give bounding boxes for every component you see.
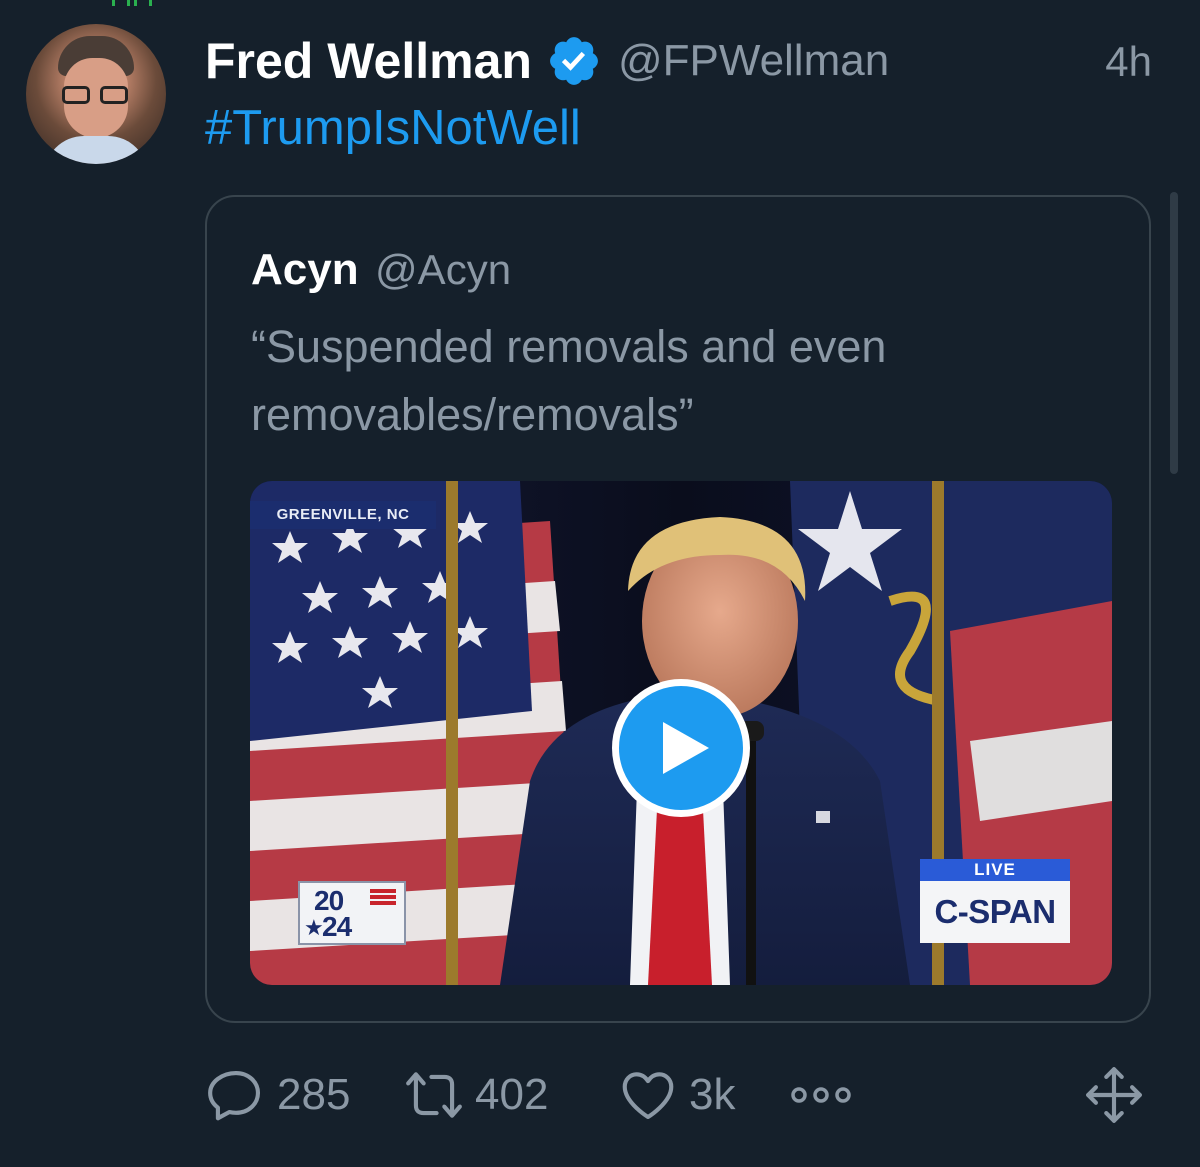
move-icon [1086, 1067, 1142, 1123]
play-icon [663, 722, 709, 774]
tweet-actions: 285 402 3k [205, 1062, 1155, 1128]
quoted-author-name: Acyn [251, 245, 359, 294]
network-label: C-SPAN [920, 881, 1070, 943]
scrollbar[interactable] [1170, 192, 1178, 474]
star-icon: ★ [304, 915, 324, 940]
verified-badge-icon [550, 37, 598, 85]
video-player[interactable]: GREENVILLE, NC 20 ★ 24 LIVE C-SPAN [250, 481, 1112, 985]
tweet-text-hashtag[interactable]: #TrumpIsNotWell [205, 100, 581, 156]
tweet-timestamp[interactable]: 4h [1105, 38, 1152, 86]
like-count: 3k [689, 1070, 736, 1119]
play-button[interactable] [612, 679, 750, 817]
live-network-badge: LIVE C-SPAN [920, 859, 1070, 945]
tweet-header: Fred Wellman @FPWellman [205, 30, 889, 92]
live-label: LIVE [920, 859, 1070, 881]
status-indicator [110, 0, 160, 6]
reply-button[interactable]: 285 [205, 1062, 350, 1128]
election-year-badge: 20 ★ 24 [298, 881, 406, 945]
retweet-button[interactable]: 402 [403, 1062, 548, 1128]
like-button[interactable]: 3k [617, 1062, 735, 1128]
author-handle[interactable]: @FPWellman [618, 36, 889, 86]
retweet-count: 402 [475, 1070, 549, 1119]
quoted-tweet-header: Acyn @Acyn [251, 245, 511, 295]
more-icon [791, 1087, 851, 1103]
reply-count: 285 [277, 1070, 351, 1119]
quoted-tweet-card[interactable]: Acyn @Acyn “Suspended removals and even … [205, 195, 1151, 1023]
reply-icon [208, 1070, 261, 1121]
author-name[interactable]: Fred Wellman [205, 32, 532, 90]
heart-icon [622, 1072, 674, 1120]
quoted-tweet-text: “Suspended removals and even removables/… [251, 321, 887, 440]
more-button[interactable] [789, 1062, 853, 1128]
stripes-icon [370, 889, 396, 907]
move-handle[interactable] [1083, 1062, 1145, 1128]
avatar[interactable] [26, 24, 166, 164]
quoted-author-handle: @Acyn [375, 246, 512, 293]
retweet-icon [406, 1072, 462, 1118]
year-badge-bottom: 24 [322, 911, 352, 942]
location-tag: GREENVILLE, NC [250, 501, 436, 529]
